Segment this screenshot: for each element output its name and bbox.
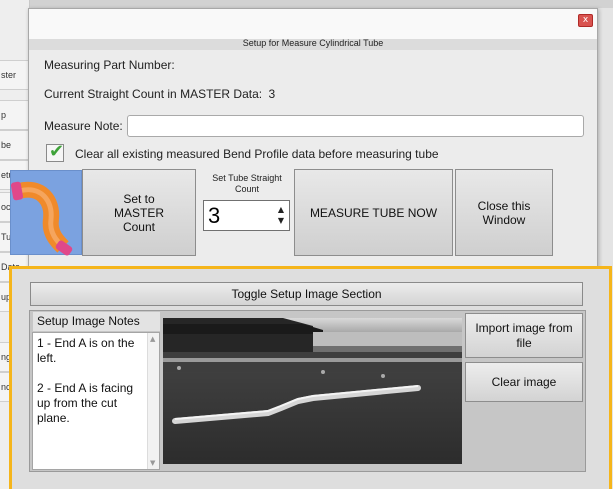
close-icon[interactable]: x — [578, 14, 593, 27]
stepper-label: Set Tube Straight Count — [212, 173, 282, 194]
straight-count-value: 3 — [268, 87, 276, 101]
measure-tube-now-button[interactable]: MEASURE TUBE NOW — [294, 169, 453, 256]
scroll-down-icon[interactable]: ▼ — [150, 459, 155, 467]
check-icon: ✔ — [49, 141, 65, 162]
set-to-master-count-button[interactable]: Set to MASTER Count — [82, 169, 196, 256]
stepper-value: 3 — [208, 203, 221, 228]
setup-dialog: x Setup for Measure Cylindrical Tube Mea… — [10, 8, 598, 270]
background-tab[interactable]: ster — [0, 60, 30, 90]
import-image-button[interactable]: Import image from file — [465, 313, 583, 358]
dialog-title: Setup for Measure Cylindrical Tube — [242, 38, 384, 48]
setup-notes-text: 1 - End A is on the left. 2 - End A is f… — [37, 336, 135, 425]
toggle-setup-image-button[interactable]: Toggle Setup Image Section — [30, 282, 583, 306]
clear-data-checkbox[interactable]: ✔ — [46, 141, 65, 162]
clear-image-button[interactable]: Clear image — [465, 362, 583, 402]
straight-count-row: Current Straight Count in MASTER Data: 3 — [44, 87, 275, 101]
background-tab[interactable]: be — [0, 130, 30, 160]
clear-data-label: Clear all existing measured Bend Profile… — [75, 147, 439, 161]
measure-note-label: Measure Note: — [44, 119, 123, 133]
setup-notes-textarea[interactable]: 1 - End A is on the left. 2 - End A is f… — [32, 332, 160, 470]
scroll-up-icon[interactable]: ▲ — [150, 335, 155, 343]
setup-photo — [163, 318, 462, 464]
close-window-button[interactable]: Close this Window — [455, 169, 553, 256]
tube-straight-count-stepper[interactable]: 3 ▲ ▼ — [203, 200, 290, 231]
measure-note-field[interactable] — [127, 115, 584, 137]
background-tab[interactable]: p — [0, 100, 30, 130]
notes-scrollbar[interactable]: ▲ ▼ — [147, 333, 159, 469]
caret-down-icon[interactable]: ▼ — [276, 215, 286, 227]
bent-tube-icon — [10, 170, 82, 256]
setup-notes-header: Setup Image Notes — [33, 312, 160, 331]
straight-count-label: Current Straight Count in MASTER Data: — [44, 87, 263, 101]
background-toolbar — [30, 0, 613, 8]
part-number-label: Measuring Part Number: — [44, 58, 175, 72]
